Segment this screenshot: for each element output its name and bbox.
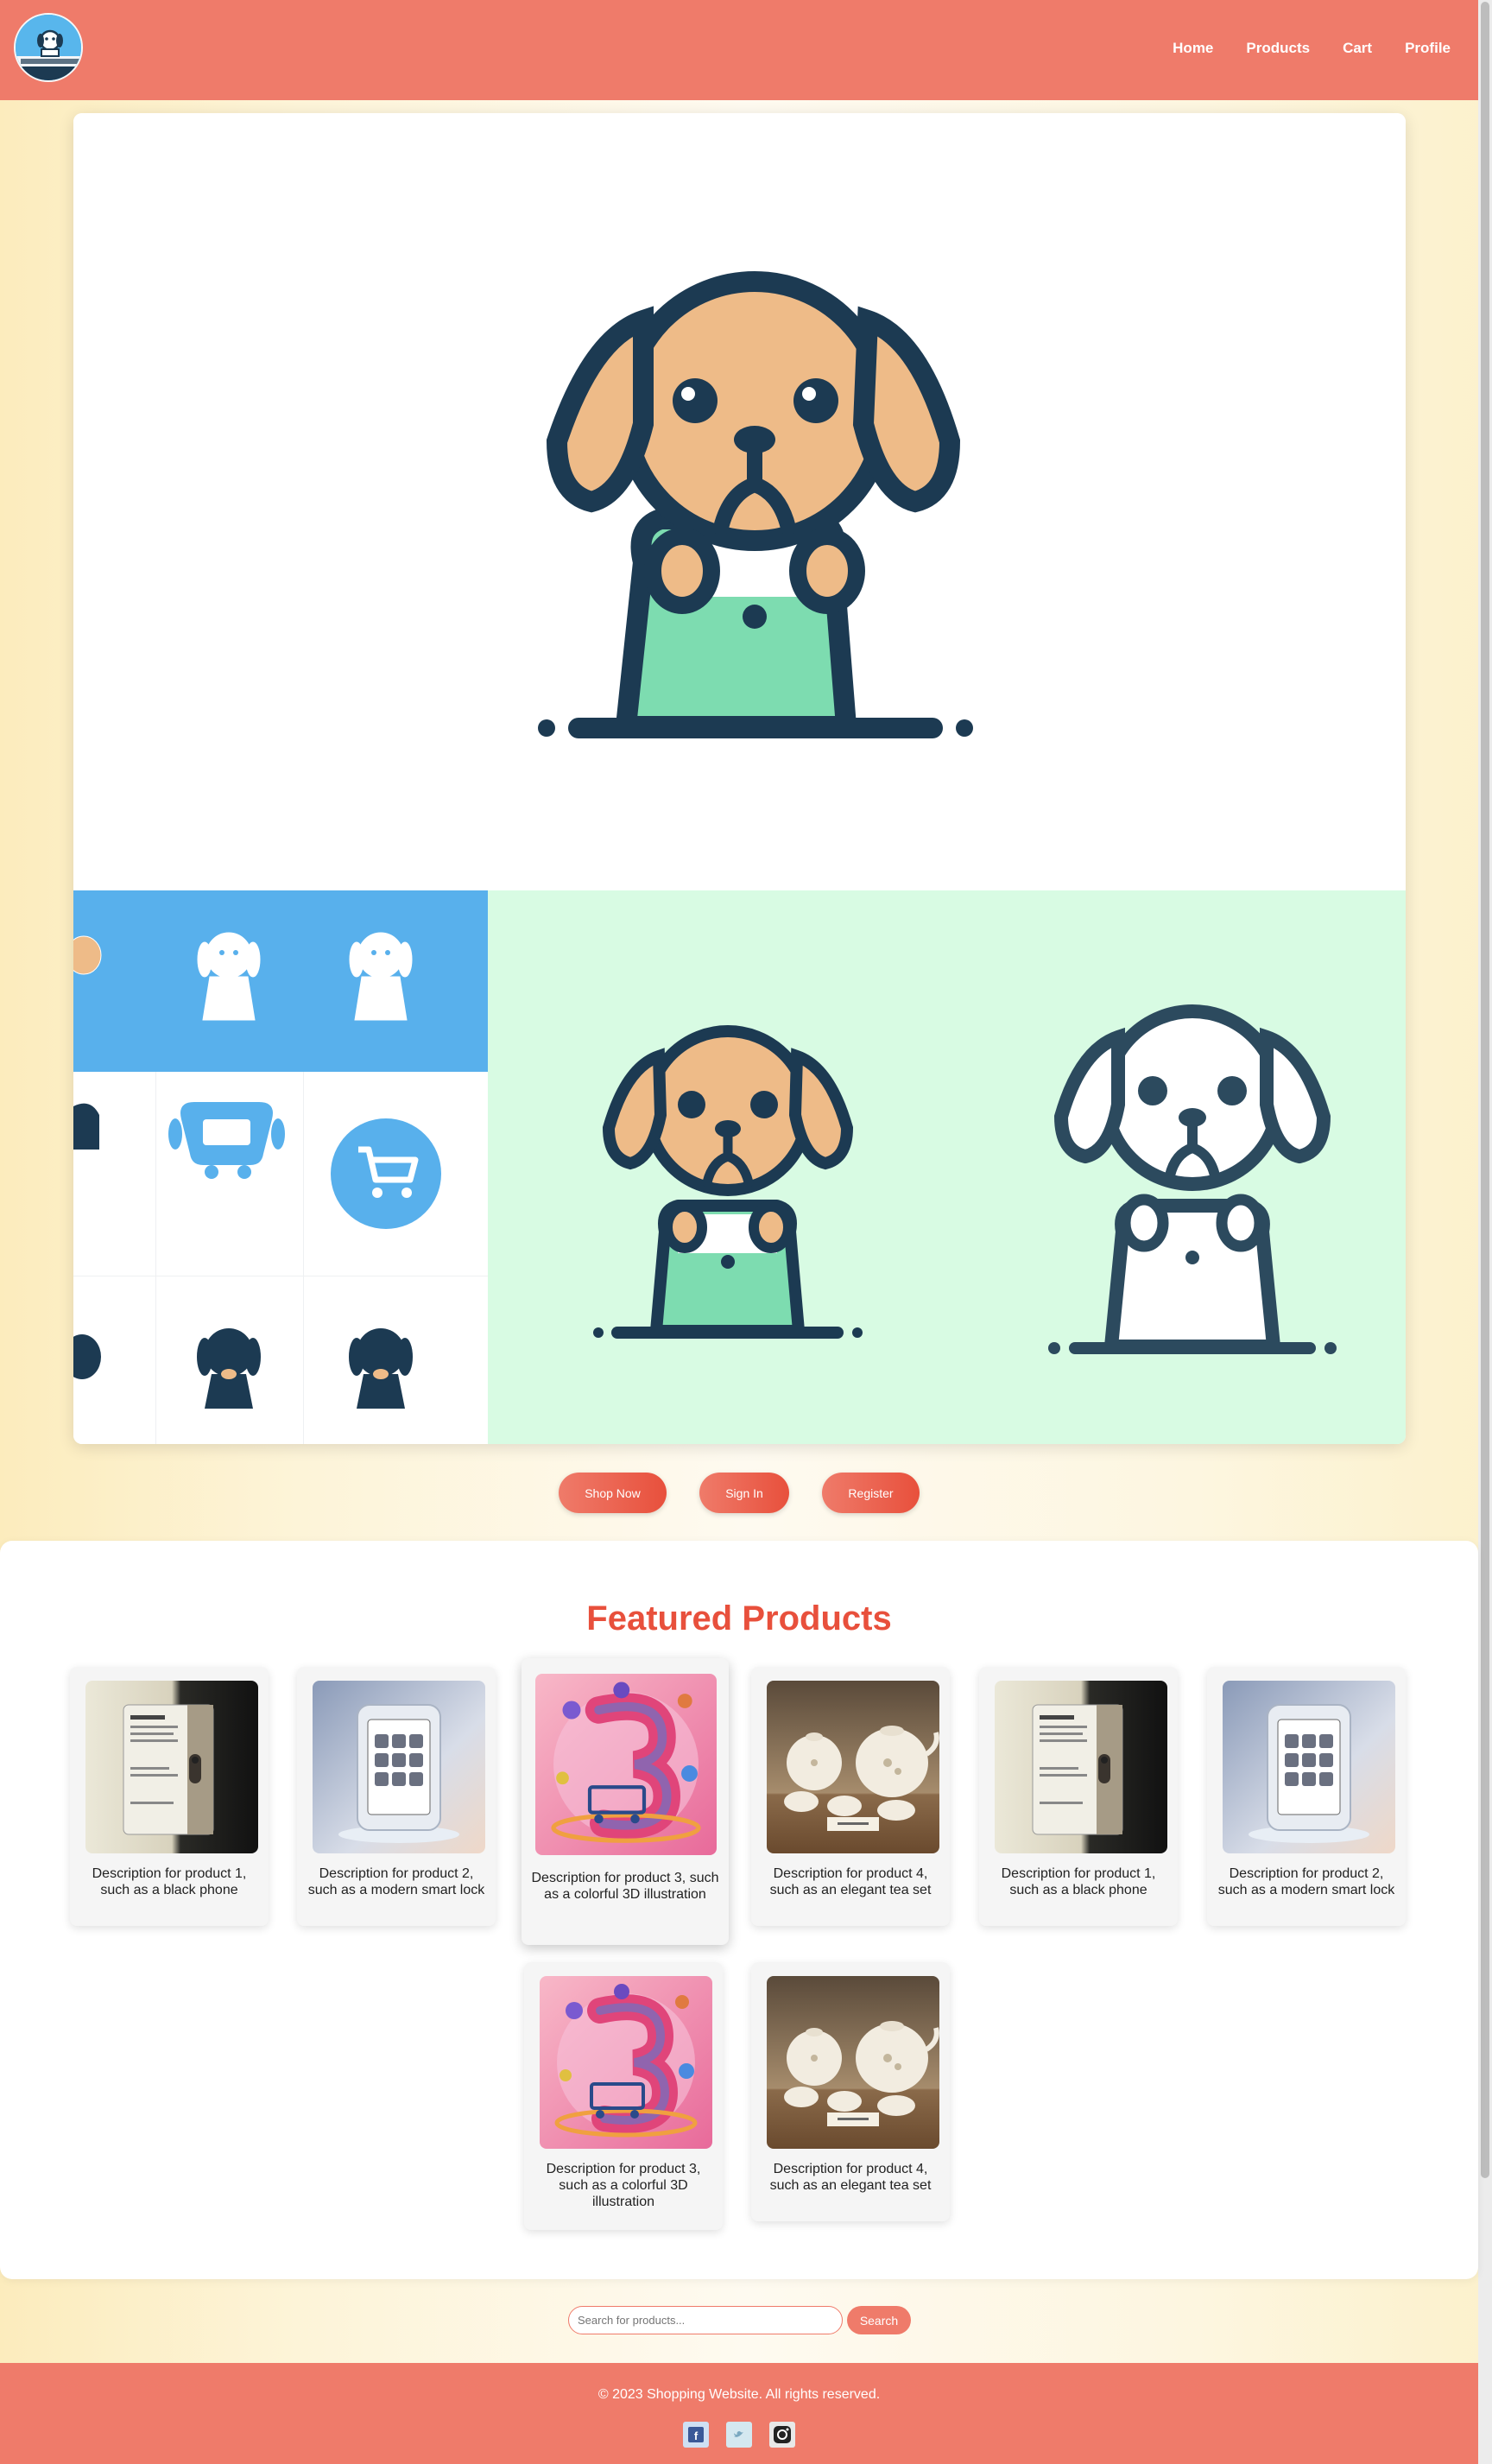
- register-button[interactable]: Register: [822, 1473, 920, 1513]
- dog-logo-icon: [16, 15, 81, 80]
- product-description: Description for product 3, such as a col…: [531, 1871, 719, 1902]
- product-image: [540, 1976, 712, 2149]
- product-description: Description for product 4, such as an el…: [769, 2162, 932, 2193]
- shop-now-button[interactable]: Shop Now: [559, 1473, 667, 1513]
- phone-product-icon: [995, 1681, 1167, 1853]
- product-image: [767, 1976, 939, 2149]
- product-description: Description for product 1, such as a bla…: [92, 1866, 247, 1897]
- featured-title: Featured Products: [586, 1599, 892, 1637]
- product-image: [313, 1681, 485, 1853]
- nav-profile-link[interactable]: Profile: [1405, 40, 1451, 57]
- colorful-3d-product-icon: [540, 1976, 712, 2149]
- product-card[interactable]: Description for product 4, such as an el…: [751, 1667, 950, 1926]
- colorful-3d-product-icon: [535, 1674, 717, 1855]
- nav-products-link[interactable]: Products: [1246, 40, 1310, 57]
- site-logo[interactable]: [14, 13, 83, 82]
- main-nav: Home Products Cart Profile: [1140, 40, 1451, 57]
- product-image: [1223, 1681, 1395, 1853]
- search-button[interactable]: Search: [847, 2306, 911, 2334]
- tea-set-product-icon: [767, 1681, 939, 1853]
- instagram-icon[interactable]: [769, 2422, 795, 2448]
- search-input[interactable]: [568, 2306, 843, 2334]
- tea-set-product-icon: [767, 1976, 939, 2149]
- product-card[interactable]: Description for product 2, such as a mod…: [297, 1667, 496, 1926]
- product-description: Description for product 3, such as a col…: [546, 2162, 701, 2209]
- dog-mascot-icon: [538, 271, 973, 738]
- hero-icon-grid: [73, 890, 488, 1444]
- product-card[interactable]: Description for product 3, such as a col…: [524, 1962, 723, 2230]
- site-header: Home Products Cart Profile: [0, 0, 1478, 100]
- twitter-icon[interactable]: [726, 2422, 752, 2448]
- product-card-hovered[interactable]: Description for product 3, such as a col…: [522, 1658, 729, 1945]
- sign-in-button[interactable]: Sign In: [699, 1473, 789, 1513]
- hero-mascot-pair: [488, 890, 1406, 1444]
- product-image: [85, 1681, 258, 1853]
- featured-products-section: Featured Products Description for produc…: [0, 1541, 1478, 2279]
- product-image: [995, 1681, 1167, 1853]
- copyright-text: © 2023 Shopping Website. All rights rese…: [597, 2387, 881, 2402]
- scrollbar-thumb[interactable]: [1481, 2, 1489, 2178]
- site-footer: © 2023 Shopping Website. All rights rese…: [0, 2363, 1478, 2464]
- svg-text:f: f: [694, 2429, 699, 2442]
- product-description: Description for product 2, such as a mod…: [307, 1866, 485, 1897]
- product-card[interactable]: Description for product 2, such as a mod…: [1207, 1667, 1406, 1926]
- product-card[interactable]: Description for product 1, such as a bla…: [979, 1667, 1178, 1926]
- smart-lock-product-icon: [1223, 1681, 1395, 1853]
- nav-cart-link[interactable]: Cart: [1343, 40, 1372, 57]
- icon-variants-icon: [73, 932, 441, 1409]
- facebook-icon[interactable]: f: [683, 2422, 709, 2448]
- product-card[interactable]: Description for product 4, such as an el…: [751, 1962, 950, 2221]
- dog-mascot-pair-icon: [593, 1004, 1337, 1354]
- product-description: Description for product 4, such as an el…: [769, 1866, 932, 1897]
- product-image: [535, 1674, 717, 1855]
- product-description: Description for product 2, such as a mod…: [1217, 1866, 1395, 1897]
- hero-banner: [73, 113, 1406, 1444]
- nav-home-link[interactable]: Home: [1173, 40, 1213, 57]
- hero-main-image: [73, 113, 1406, 890]
- product-image: [767, 1681, 939, 1853]
- page-scrollbar[interactable]: [1478, 0, 1492, 2464]
- smart-lock-product-icon: [313, 1681, 485, 1853]
- phone-product-icon: [85, 1681, 258, 1853]
- product-card[interactable]: Description for product 1, such as a bla…: [70, 1667, 269, 1926]
- product-description: Description for product 1, such as a bla…: [1001, 1866, 1156, 1897]
